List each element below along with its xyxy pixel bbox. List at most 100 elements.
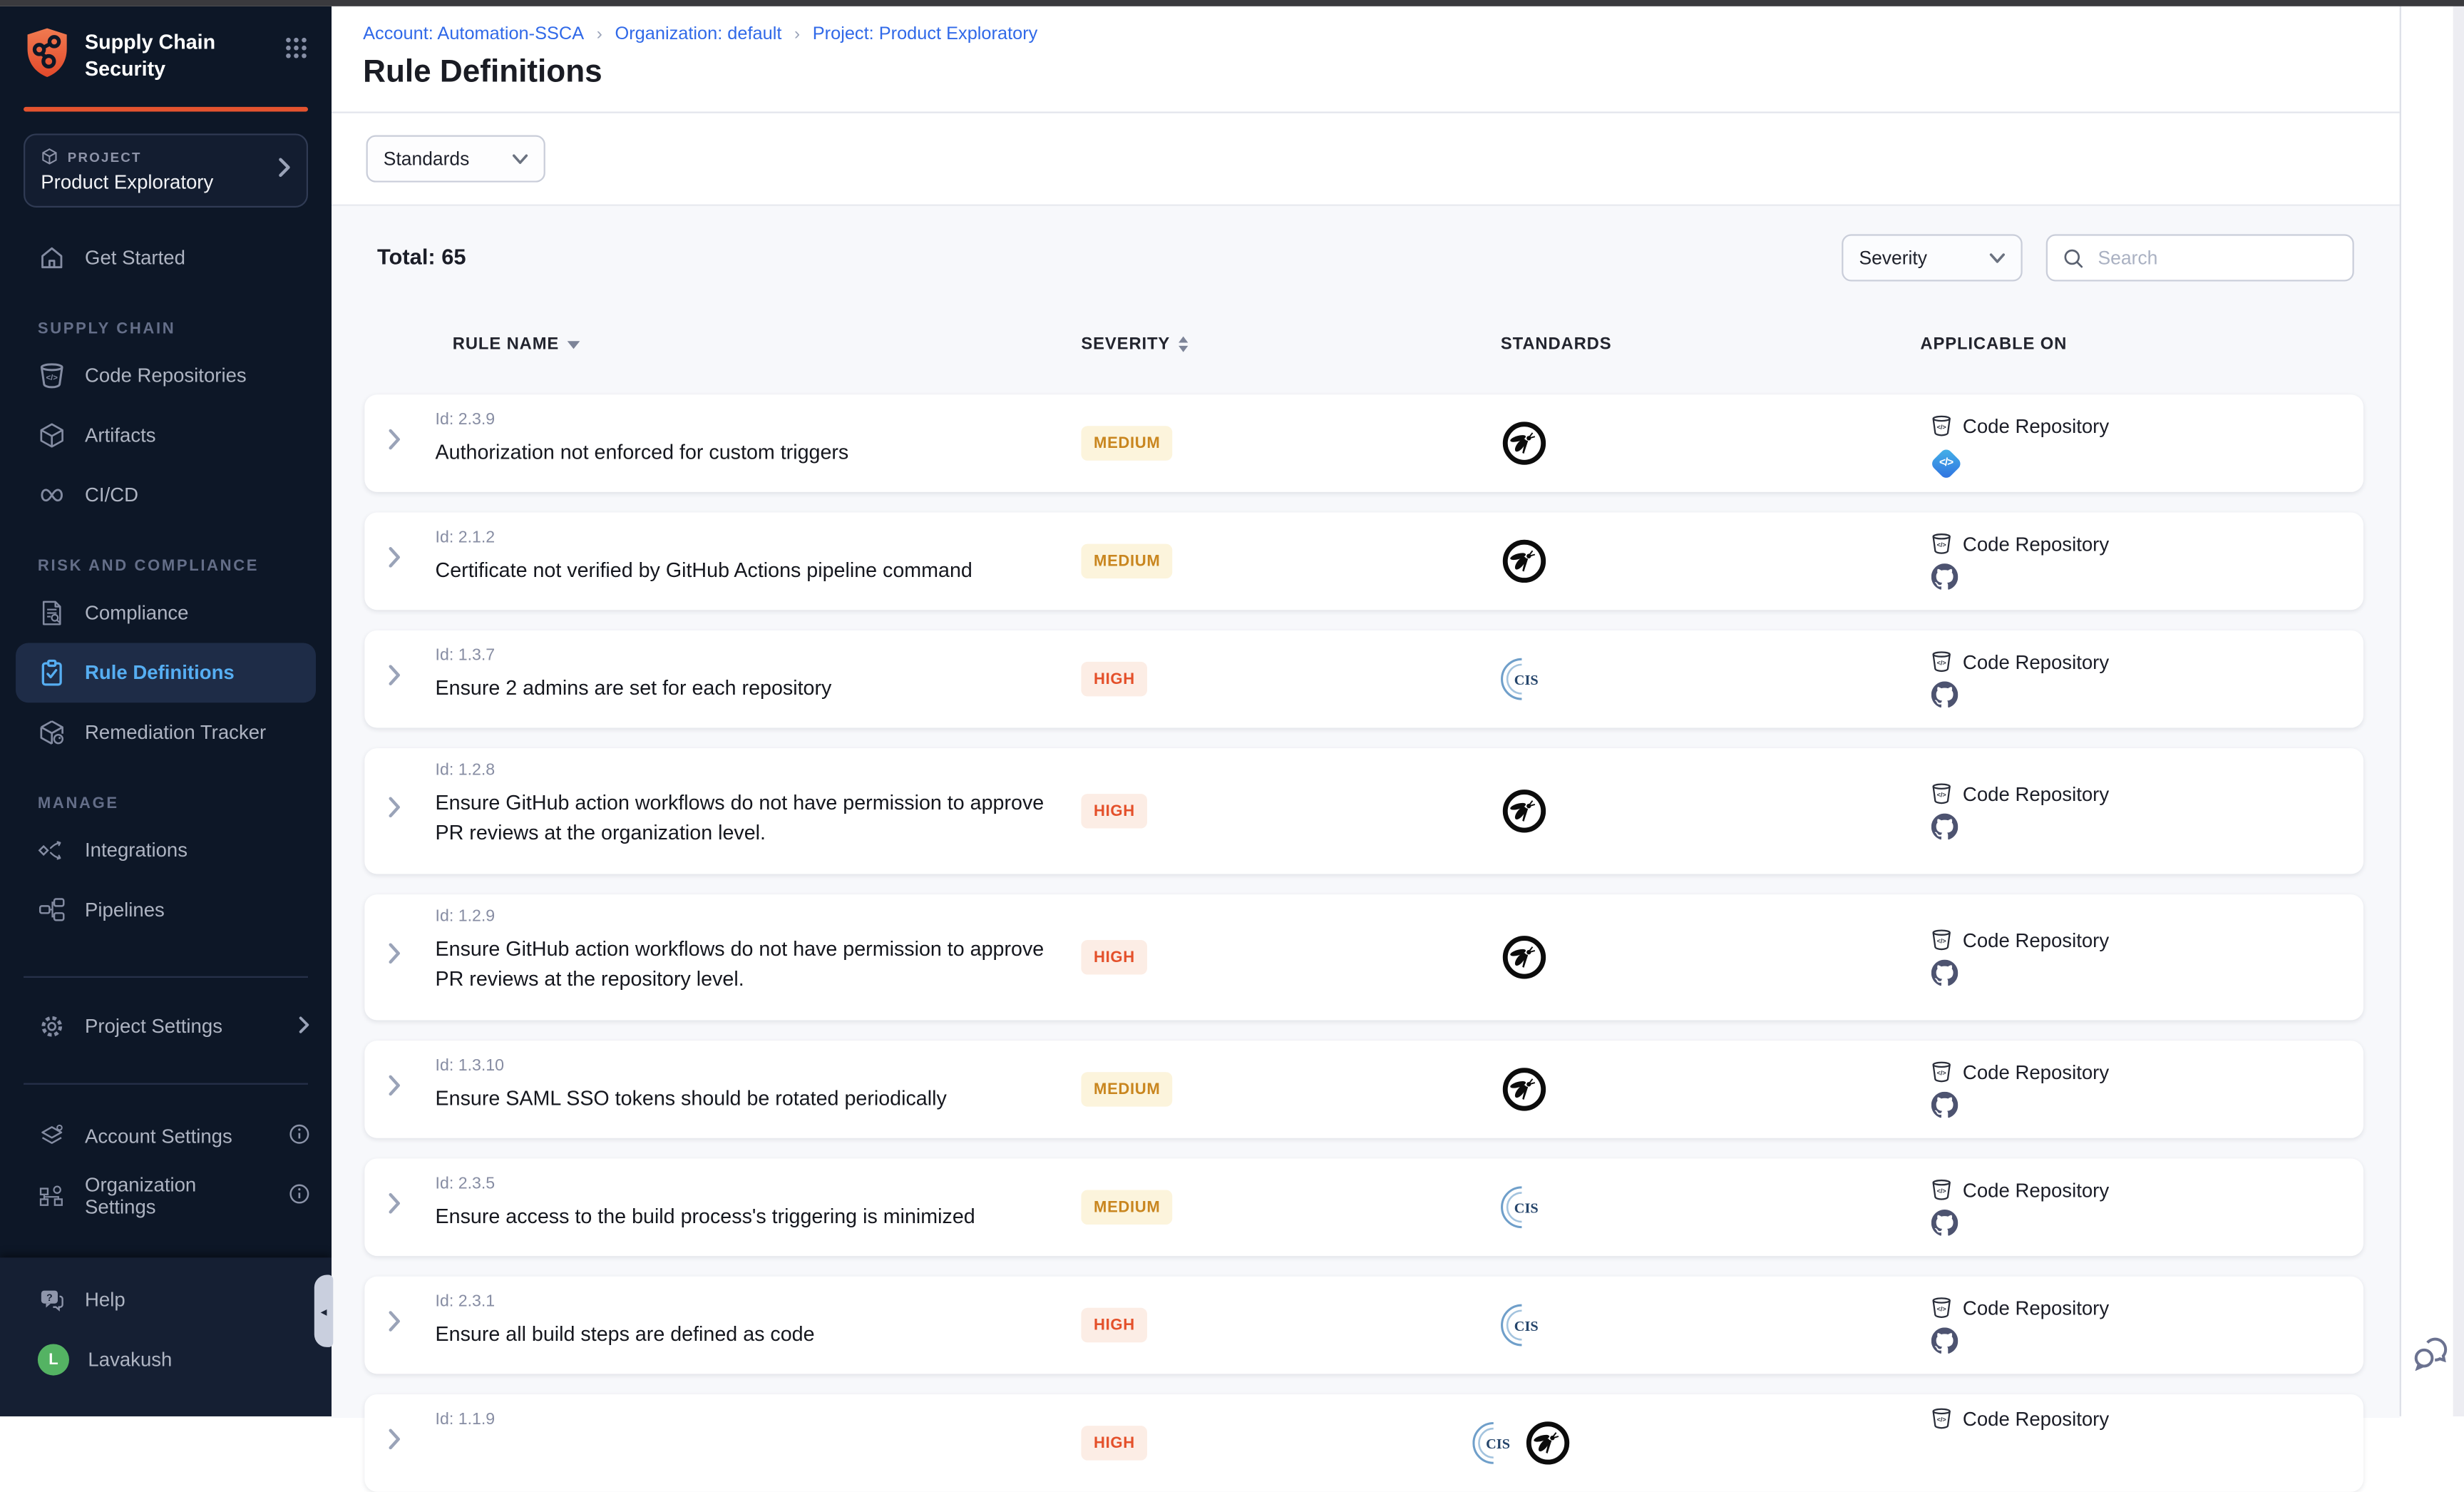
sidebar-item-label: Code Repositories (85, 364, 247, 387)
project-cube-icon (41, 148, 58, 165)
sidebar-item-help[interactable]: ? Help (0, 1270, 332, 1330)
expand-chevron-icon[interactable] (388, 546, 401, 576)
owasp-standard-icon (1501, 787, 1548, 834)
breadcrumb-project-link[interactable]: Project: Product Exploratory (813, 25, 1038, 44)
applicable-on-cell: </> Code Repository </> (1930, 414, 2110, 473)
cis-standard-icon: CIS (1472, 1419, 1519, 1466)
chevron-down-icon (1989, 252, 2005, 263)
table-row[interactable]: Id: 2.1.2 Certificate not verified by Gi… (364, 513, 2363, 610)
project-selector[interactable]: PROJECT Product Exploratory (24, 133, 308, 208)
sidebar-item-cicd[interactable]: CI/CD (0, 465, 332, 525)
sidebar: Supply Chain Security PROJECT (0, 6, 332, 1416)
sidebar-item-compliance[interactable]: Compliance (0, 583, 332, 643)
code-repository-bucket-icon: </> (1930, 650, 1954, 673)
severity-filter-dropdown[interactable]: Severity (1842, 234, 2022, 281)
rule-name: Authorization not enforced for custom tr… (436, 439, 1052, 469)
code-repository-bucket-icon: </> (1930, 929, 1954, 952)
scrollbar-track[interactable] (2453, 6, 2464, 1416)
info-icon[interactable] (289, 1124, 310, 1149)
gear-icon (38, 1012, 66, 1041)
code-repository-bucket-icon: </> (38, 362, 66, 390)
app-name: Supply Chain Security (85, 30, 270, 83)
table-row[interactable]: Id: 1.3.10 Ensure SAML SSO tokens should… (364, 1041, 2363, 1138)
table-row[interactable]: Id: 2.3.1 Ensure all build steps are def… (364, 1277, 2363, 1374)
svg-text:CIS: CIS (1514, 1201, 1539, 1217)
severity-filter-label: Severity (1859, 247, 1927, 269)
breadcrumb-account-link[interactable]: Account: Automation-SSCA (363, 25, 584, 44)
chat-support-icon[interactable] (2412, 1336, 2450, 1379)
pipelines-icon (38, 896, 66, 924)
expand-chevron-icon[interactable] (388, 1310, 401, 1340)
applicable-on-cell: </> Code Repository (1930, 782, 2110, 841)
sidebar-item-integrations[interactable]: Integrations (0, 821, 332, 881)
org-chart-gear-icon (38, 1182, 66, 1210)
rule-name: Ensure all build steps are defined as co… (436, 1320, 1052, 1350)
expand-chevron-icon[interactable] (388, 942, 401, 972)
severity-badge: HIGH (1081, 1426, 1147, 1460)
sort-both-icon (1178, 337, 1187, 352)
breadcrumb-organization-link[interactable]: Organization: default (615, 25, 781, 44)
home-icon (38, 244, 66, 272)
standards-cell (1501, 419, 1548, 466)
severity-badge: HIGH (1081, 794, 1147, 828)
search-input[interactable] (2095, 245, 2336, 270)
standards-filter-dropdown[interactable]: Standards (366, 136, 545, 183)
sidebar-item-label: Organization Settings (85, 1174, 270, 1218)
sidebar-item-organization-settings[interactable]: Organization Settings (0, 1166, 332, 1226)
applicable-on-cell: </> Code Repository (1930, 1061, 2110, 1119)
svg-text:</>: </> (1937, 1305, 1946, 1312)
table-row[interactable]: Id: 1.2.9 Ensure GitHub action workflows… (364, 894, 2363, 1020)
code-repository-bucket-icon: </> (1930, 1296, 1954, 1319)
info-icon[interactable] (289, 1184, 310, 1209)
expand-chevron-icon[interactable] (388, 1075, 401, 1105)
expand-chevron-icon[interactable] (388, 664, 401, 694)
project-chevron-right-icon (278, 156, 291, 185)
rules-panel: Total: 65 Severity RULE NAME SEVERITY ST… (332, 205, 2400, 1419)
sidebar-item-artifacts[interactable]: Artifacts (0, 406, 332, 466)
severity-badge: MEDIUM (1081, 1190, 1173, 1225)
main-content: Account: Automation-SSCA › Organization:… (332, 6, 2400, 1416)
sidebar-item-get-started[interactable]: Get Started (0, 228, 332, 288)
table-row[interactable]: Id: 1.2.8 Ensure GitHub action workflows… (364, 748, 2363, 874)
chevron-down-icon (513, 153, 528, 164)
sort-desc-icon (567, 340, 580, 348)
severity-badge: MEDIUM (1081, 544, 1173, 578)
sidebar-item-remediation-tracker[interactable]: Remediation Tracker (0, 702, 332, 762)
app-logo-row: Supply Chain Security (0, 6, 332, 86)
svg-text:</>: </> (1937, 1070, 1946, 1077)
applicable-on-label: Code Repository (1963, 783, 2109, 805)
app-switcher-grid-icon[interactable] (284, 36, 308, 68)
table-row[interactable]: Id: 1.3.7 Ensure 2 admins are set for ea… (364, 630, 2363, 728)
rule-name: Ensure access to the build process's tri… (436, 1202, 1052, 1232)
column-header-rule-name[interactable]: RULE NAME (453, 334, 580, 353)
expand-chevron-icon[interactable] (388, 796, 401, 826)
owasp-standard-icon (1501, 1066, 1548, 1113)
sidebar-divider (24, 976, 308, 978)
sidebar-collapse-handle[interactable]: ◂ (314, 1275, 333, 1347)
expand-chevron-icon[interactable] (388, 1192, 401, 1222)
applicable-on-cell: </> Code Repository (1930, 1178, 2110, 1237)
code-repository-bucket-icon: </> (1930, 414, 1954, 438)
code-repository-bucket-icon: </> (1930, 532, 1954, 556)
applicable-on-label: Code Repository (1963, 533, 2109, 555)
sidebar-item-project-settings[interactable]: Project Settings (0, 996, 332, 1056)
expand-chevron-icon[interactable] (388, 429, 401, 459)
project-name: Product Exploratory (41, 171, 290, 193)
expand-chevron-icon[interactable] (388, 1428, 401, 1458)
table-row[interactable]: Id: 2.3.9 Authorization not enforced for… (364, 394, 2363, 492)
sidebar-item-code-repositories[interactable]: </> Code Repositories (0, 346, 332, 406)
owasp-standard-icon (1524, 1419, 1571, 1466)
table-row[interactable]: Id: 2.3.5 Ensure access to the build pro… (364, 1158, 2363, 1256)
sidebar-item-pipelines[interactable]: Pipelines (0, 880, 332, 940)
standards-cell (1501, 787, 1548, 834)
sidebar-user[interactable]: L Lavakush (0, 1330, 332, 1390)
table-row[interactable]: Id: 1.1.9 HIGH CIS </> Code Repository (364, 1394, 2363, 1492)
rule-id: Id: 1.2.8 (436, 761, 2363, 780)
sidebar-item-label: Project Settings (85, 1016, 222, 1038)
sidebar-item-rule-definitions[interactable]: Rule Definitions (16, 643, 316, 702)
severity-badge: HIGH (1081, 1308, 1147, 1342)
column-header-severity[interactable]: SEVERITY (1081, 334, 1187, 353)
column-header-standards: STANDARDS (1501, 334, 1612, 353)
standards-cell: CIS (1501, 1302, 1548, 1349)
sidebar-item-account-settings[interactable]: Account Settings (0, 1107, 332, 1167)
